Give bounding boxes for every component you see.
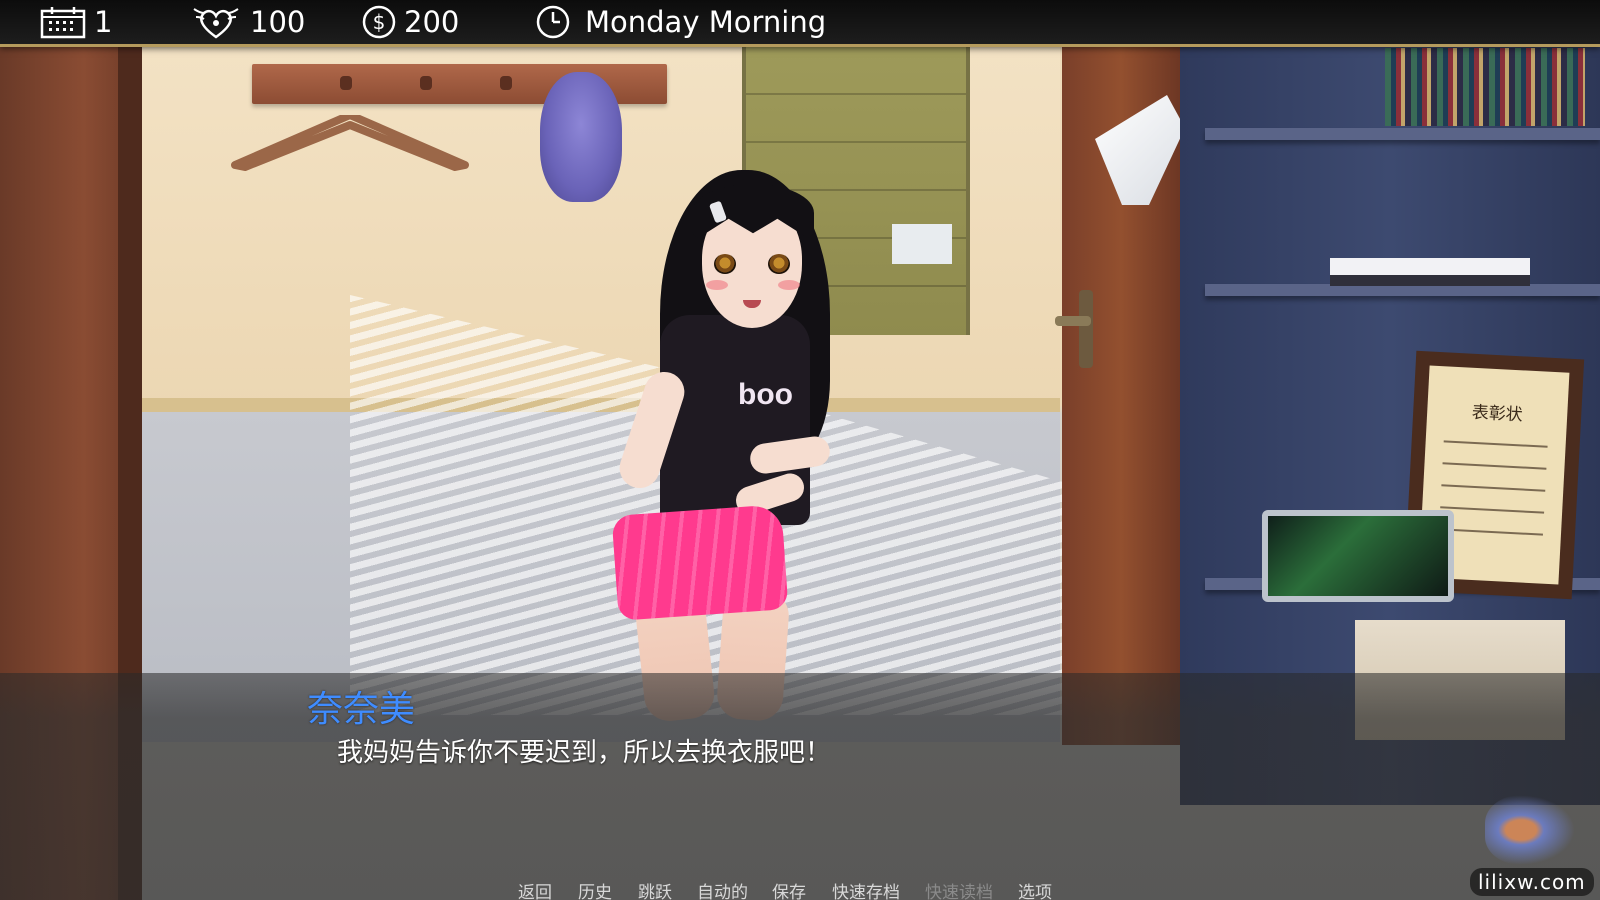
speaker-name: 奈奈美 <box>307 689 416 730</box>
character-eye <box>768 254 790 274</box>
paper-note <box>892 224 952 264</box>
certificate-line <box>1442 462 1547 470</box>
shirt-logo: boo <box>738 378 793 411</box>
clothes-hanger <box>231 115 469 171</box>
options-button[interactable]: 选项 <box>1018 878 1052 900</box>
history-button[interactable]: 历史 <box>578 878 612 900</box>
character-blush <box>706 280 728 290</box>
skip-button[interactable]: 跳跃 <box>638 878 672 900</box>
certificate-line <box>1441 484 1546 492</box>
heart-emblem-icon <box>193 8 239 39</box>
svg-text:$: $ <box>373 10 386 34</box>
books <box>1385 48 1585 126</box>
game-screen[interactable]: 表彰状 boo 1 100 $ 200 Monday Morning 奈奈美 我… <box>0 0 1600 900</box>
money-value: 200 <box>404 5 460 39</box>
tablet-device <box>1262 510 1454 602</box>
dialogue-box[interactable] <box>0 673 1600 900</box>
certificate-line <box>1440 506 1545 514</box>
character-nanami: boo <box>600 150 890 724</box>
certificate-title: 表彰状 <box>1471 402 1524 426</box>
certificate-line <box>1443 440 1548 448</box>
shade-fold <box>746 93 966 95</box>
rack-peg <box>500 76 512 90</box>
clock-icon <box>536 5 570 39</box>
rack-peg <box>420 76 432 90</box>
auto-button[interactable]: 自动的 <box>697 878 748 900</box>
affection-value: 100 <box>250 5 306 39</box>
book-stack <box>1330 258 1530 286</box>
rack-peg <box>340 76 352 90</box>
day-counter: 1 <box>40 0 112 44</box>
watermark-text: lilixw.com <box>1470 868 1594 896</box>
shelf-board <box>1205 128 1600 140</box>
time-display: Monday Morning <box>535 0 826 44</box>
shade-fold <box>746 141 966 143</box>
time-value: Monday Morning <box>585 5 827 39</box>
character-eye <box>714 254 736 274</box>
door-handle <box>1055 290 1093 368</box>
day-value: 1 <box>94 5 113 39</box>
save-button[interactable]: 保存 <box>772 878 806 900</box>
watermark-logo <box>1485 795 1575 865</box>
dollar-coin-icon: $ <box>362 5 396 39</box>
back-button[interactable]: 返回 <box>518 878 552 900</box>
status-bar: 1 100 $ 200 Monday Morning <box>0 0 1600 47</box>
calendar-icon <box>40 7 86 39</box>
affection-counter: 100 <box>190 0 305 44</box>
money-counter: $ 200 <box>362 0 459 44</box>
dialogue-text: 我妈妈告诉你不要迟到，所以去换衣服吧！ <box>337 738 832 768</box>
certificate-line <box>1439 528 1543 536</box>
character-shorts <box>611 504 789 621</box>
quick-load-button[interactable]: 快速读档 <box>925 878 993 900</box>
quick-menu: 返回 历史 跳跃 自动的 保存 快速存档 快速读档 选项 <box>0 878 1600 900</box>
quick-save-button[interactable]: 快速存档 <box>832 878 900 900</box>
character-blush <box>778 280 800 290</box>
